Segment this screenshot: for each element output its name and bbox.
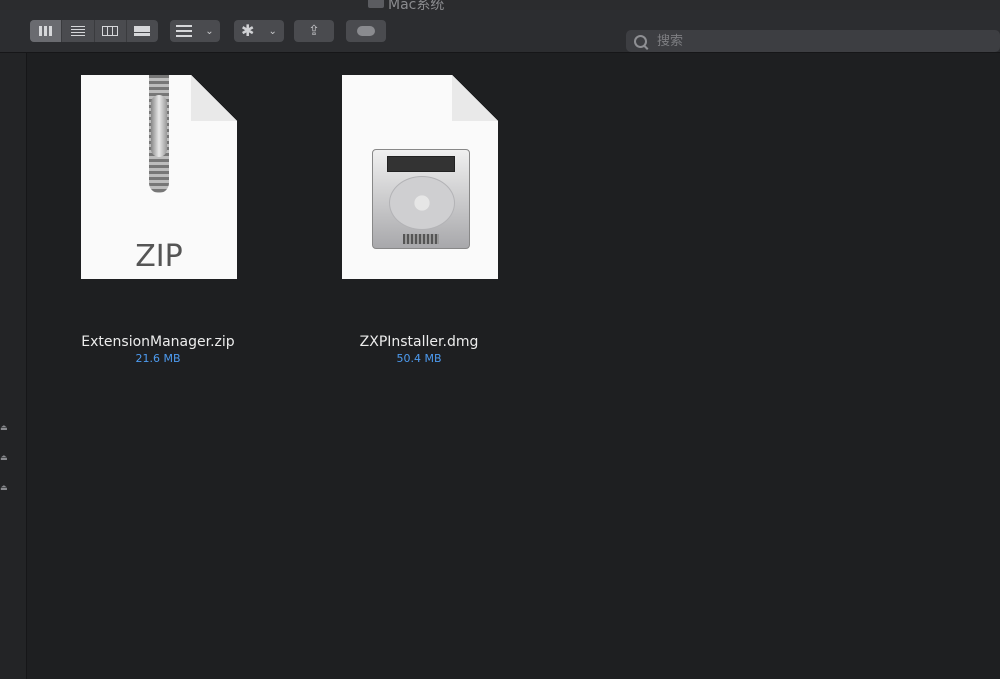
file-size: 21.6 MB (135, 352, 181, 365)
gallery-view-button[interactable] (127, 20, 158, 42)
column-view-icon (102, 26, 119, 36)
file-name: ExtensionManager.zip (81, 334, 235, 350)
zipper-pull (151, 95, 167, 157)
tag-icon (357, 26, 375, 36)
list-view-button[interactable] (62, 20, 95, 42)
file-browser: ZIP ExtensionManager.zip 21.6 MB ZXPInst… (27, 53, 1000, 679)
drive-label (387, 156, 455, 172)
column-view-button[interactable] (95, 20, 127, 42)
zip-archive-icon: ZIP (81, 75, 237, 279)
drive-connector (403, 234, 439, 244)
toolbar: ⌄ ✱ ⌄ ⇪ (0, 10, 1000, 53)
chevron-down-icon: ⌄ (205, 25, 214, 37)
tag-button[interactable] (346, 20, 386, 42)
eject-icon[interactable]: ⏏ (0, 423, 8, 432)
search-field[interactable] (626, 30, 1000, 52)
share-icon: ⇪ (308, 23, 320, 39)
file-name: ZXPInstaller.dmg (359, 334, 479, 350)
hard-drive-icon (372, 149, 470, 249)
share-button[interactable]: ⇪ (294, 20, 334, 42)
disk-image-icon (342, 75, 498, 279)
list-view-icon (70, 26, 85, 36)
view-mode-control (30, 20, 158, 42)
gear-icon: ✱ (241, 21, 255, 40)
file-size: 50.4 MB (396, 352, 442, 365)
sidebar: ⏏ ⏏ ⏏ (0, 53, 27, 679)
drive-platter (389, 176, 455, 230)
folder-icon (368, 0, 384, 8)
gallery-view-icon (134, 26, 151, 36)
group-by-button[interactable]: ⌄ (170, 20, 220, 42)
group-icon (176, 25, 193, 37)
eject-icon[interactable]: ⏏ (0, 453, 8, 462)
icon-view-icon (38, 26, 53, 36)
icon-view-button[interactable] (30, 20, 63, 42)
eject-icon[interactable]: ⏏ (0, 483, 8, 492)
chevron-down-icon: ⌄ (268, 25, 277, 37)
search-icon (634, 34, 647, 48)
action-menu-button[interactable]: ✱ ⌄ (234, 20, 284, 42)
zip-label: ZIP (135, 239, 183, 274)
search-input[interactable] (655, 32, 959, 50)
title-bar: Mac系统 (0, 0, 1000, 13)
